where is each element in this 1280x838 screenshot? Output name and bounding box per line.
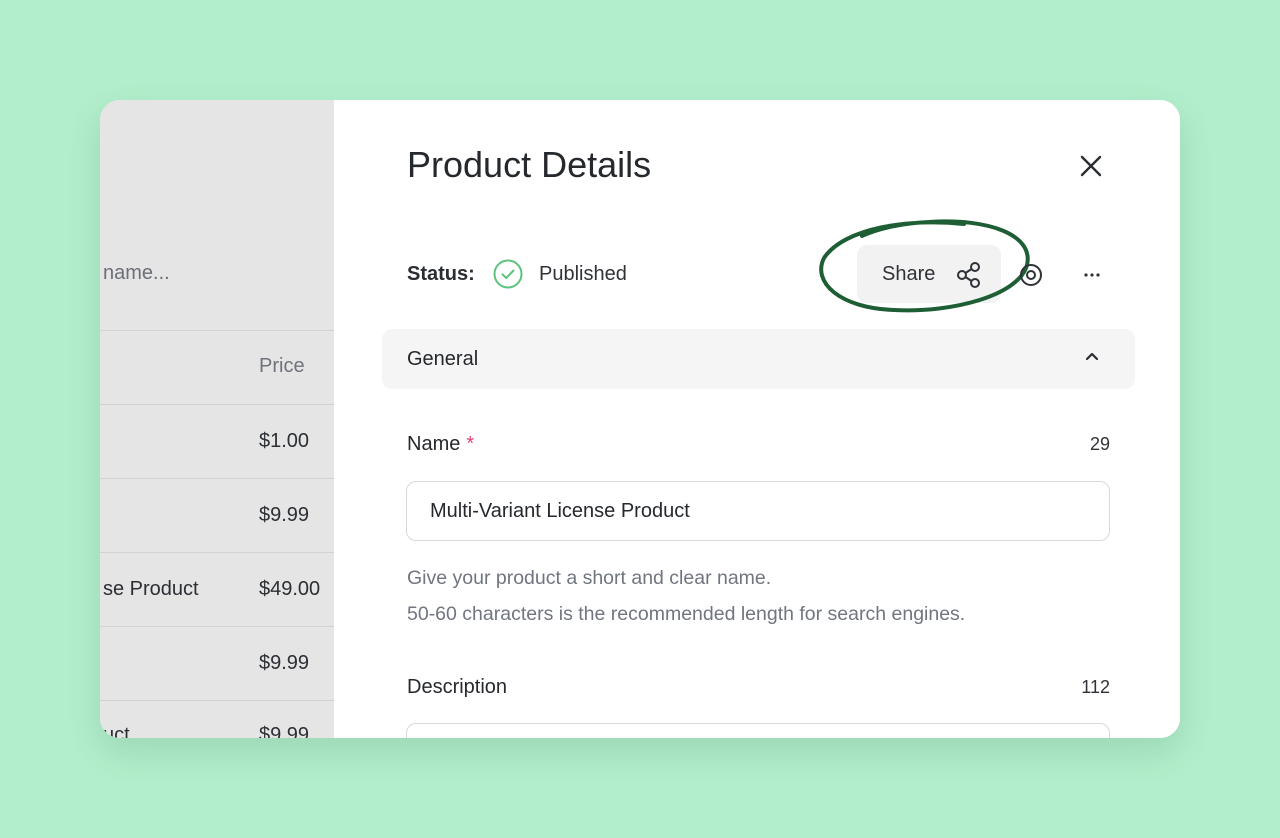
required-marker: *	[466, 433, 475, 455]
table-divider	[100, 552, 334, 553]
table-row-price: $49.00	[259, 578, 321, 600]
section-title: General	[407, 348, 479, 370]
share-icon	[957, 262, 980, 288]
status-value: Published	[539, 263, 627, 285]
status-label: Status:	[407, 263, 475, 285]
name-help-text: Give your product a short and clear name…	[407, 567, 772, 589]
more-options-button[interactable]	[1078, 261, 1106, 289]
name-label-text: Name	[407, 433, 461, 455]
share-button[interactable]: Share	[857, 245, 1001, 303]
name-help-text-seo: 50-60 characters is the recommended leng…	[407, 603, 966, 625]
name-field-label: Name *	[407, 433, 474, 456]
table-divider	[100, 700, 334, 701]
table-divider	[100, 330, 334, 331]
close-button[interactable]	[1075, 150, 1107, 182]
eye-icon	[1020, 264, 1042, 286]
table-row-name[interactable]: uct	[103, 724, 130, 738]
app-window: name... Price $1.00 $9.99 se Product $49…	[100, 100, 1180, 738]
name-char-count: 29	[1089, 434, 1110, 454]
description-char-count: 112	[1081, 677, 1110, 697]
table-divider	[100, 404, 334, 405]
price-column-header[interactable]: Price	[259, 355, 305, 378]
chevron-up-icon	[1085, 352, 1099, 361]
table-row-price: $9.99	[259, 724, 310, 738]
name-input[interactable]	[406, 481, 1110, 541]
general-section-toggle[interactable]: General	[382, 329, 1135, 389]
preview-button[interactable]	[1017, 261, 1045, 289]
table-divider	[100, 626, 334, 627]
table-row-price: $9.99	[259, 504, 310, 526]
table-row-price: $9.99	[259, 652, 310, 674]
close-icon	[1080, 155, 1102, 177]
search-input-placeholder[interactable]: name...	[103, 262, 170, 285]
check-circle-icon	[492, 258, 524, 290]
description-textarea[interactable]	[406, 723, 1110, 738]
table-row-name[interactable]: se Product	[103, 578, 199, 601]
drawer-title: Product Details	[407, 144, 652, 185]
share-button-label: Share	[882, 263, 936, 285]
more-horizontal-icon	[1084, 273, 1100, 277]
table-row-price: $1.00	[259, 430, 310, 452]
description-field-label: Description	[407, 676, 508, 698]
product-list-panel: name... Price $1.00 $9.99 se Product $49…	[100, 100, 334, 738]
product-details-drawer: Product Details Status: Published Share	[334, 100, 1180, 738]
table-divider	[100, 478, 334, 479]
